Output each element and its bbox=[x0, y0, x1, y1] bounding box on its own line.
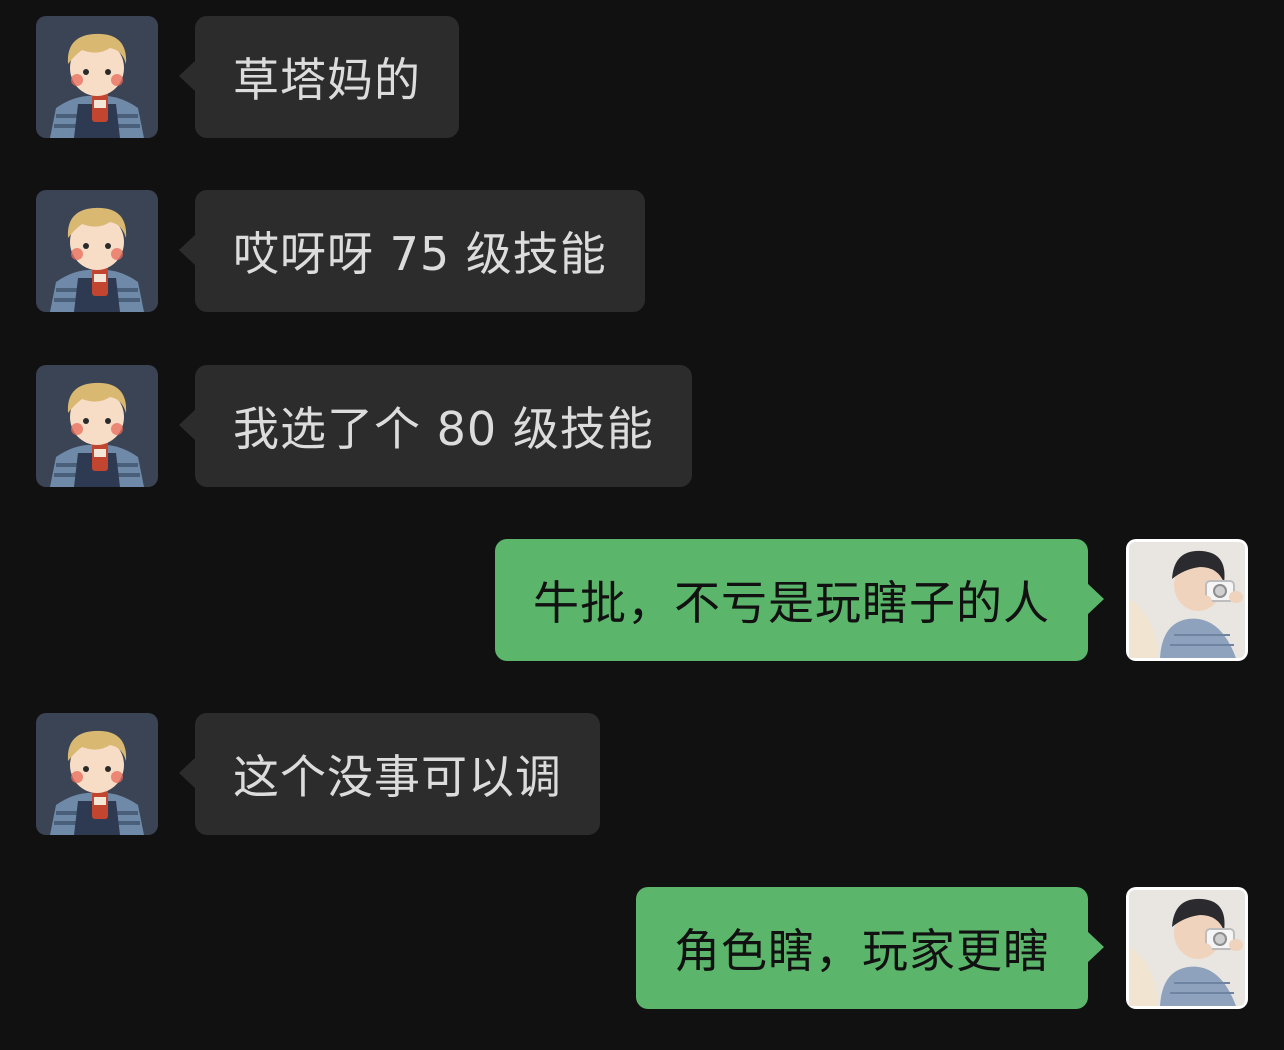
contact-avatar[interactable] bbox=[36, 365, 158, 487]
outgoing-message-bubble[interactable]: 牛批，不亏是玩瞎子的人 bbox=[495, 539, 1104, 661]
cartoon-boy-avatar-icon bbox=[36, 713, 158, 835]
message-row-outgoing: 角色瞎，玩家更瞎 bbox=[0, 887, 1284, 1011]
message-row-incoming: 哎呀呀 75 级技能 bbox=[0, 190, 1284, 314]
self-avatar[interactable] bbox=[1126, 887, 1248, 1009]
message-row-outgoing: 牛批，不亏是玩瞎子的人 bbox=[0, 539, 1284, 663]
contact-avatar[interactable] bbox=[36, 16, 158, 138]
message-row-incoming: 这个没事可以调 bbox=[0, 713, 1284, 837]
contact-avatar[interactable] bbox=[36, 190, 158, 312]
chat-conversation: 草塔妈的 哎呀呀 75 级技能 我选了个 80 级技能 牛批，不亏是玩瞎子的人 … bbox=[0, 0, 1284, 1050]
incoming-message-bubble[interactable]: 草塔妈的 bbox=[179, 16, 459, 138]
cartoon-boy-avatar-icon bbox=[36, 190, 158, 312]
photo-boy-camera-avatar-icon bbox=[1126, 887, 1248, 1009]
incoming-message-bubble[interactable]: 我选了个 80 级技能 bbox=[179, 365, 692, 487]
outgoing-message-bubble[interactable]: 角色瞎，玩家更瞎 bbox=[636, 887, 1104, 1009]
incoming-message-bubble[interactable]: 哎呀呀 75 级技能 bbox=[179, 190, 645, 312]
message-row-incoming: 草塔妈的 bbox=[0, 16, 1284, 140]
incoming-message-bubble[interactable]: 这个没事可以调 bbox=[179, 713, 600, 835]
cartoon-boy-avatar-icon bbox=[36, 16, 158, 138]
message-row-incoming: 我选了个 80 级技能 bbox=[0, 365, 1284, 489]
photo-boy-camera-avatar-icon bbox=[1126, 539, 1248, 661]
cartoon-boy-avatar-icon bbox=[36, 365, 158, 487]
self-avatar[interactable] bbox=[1126, 539, 1248, 661]
contact-avatar[interactable] bbox=[36, 713, 158, 835]
